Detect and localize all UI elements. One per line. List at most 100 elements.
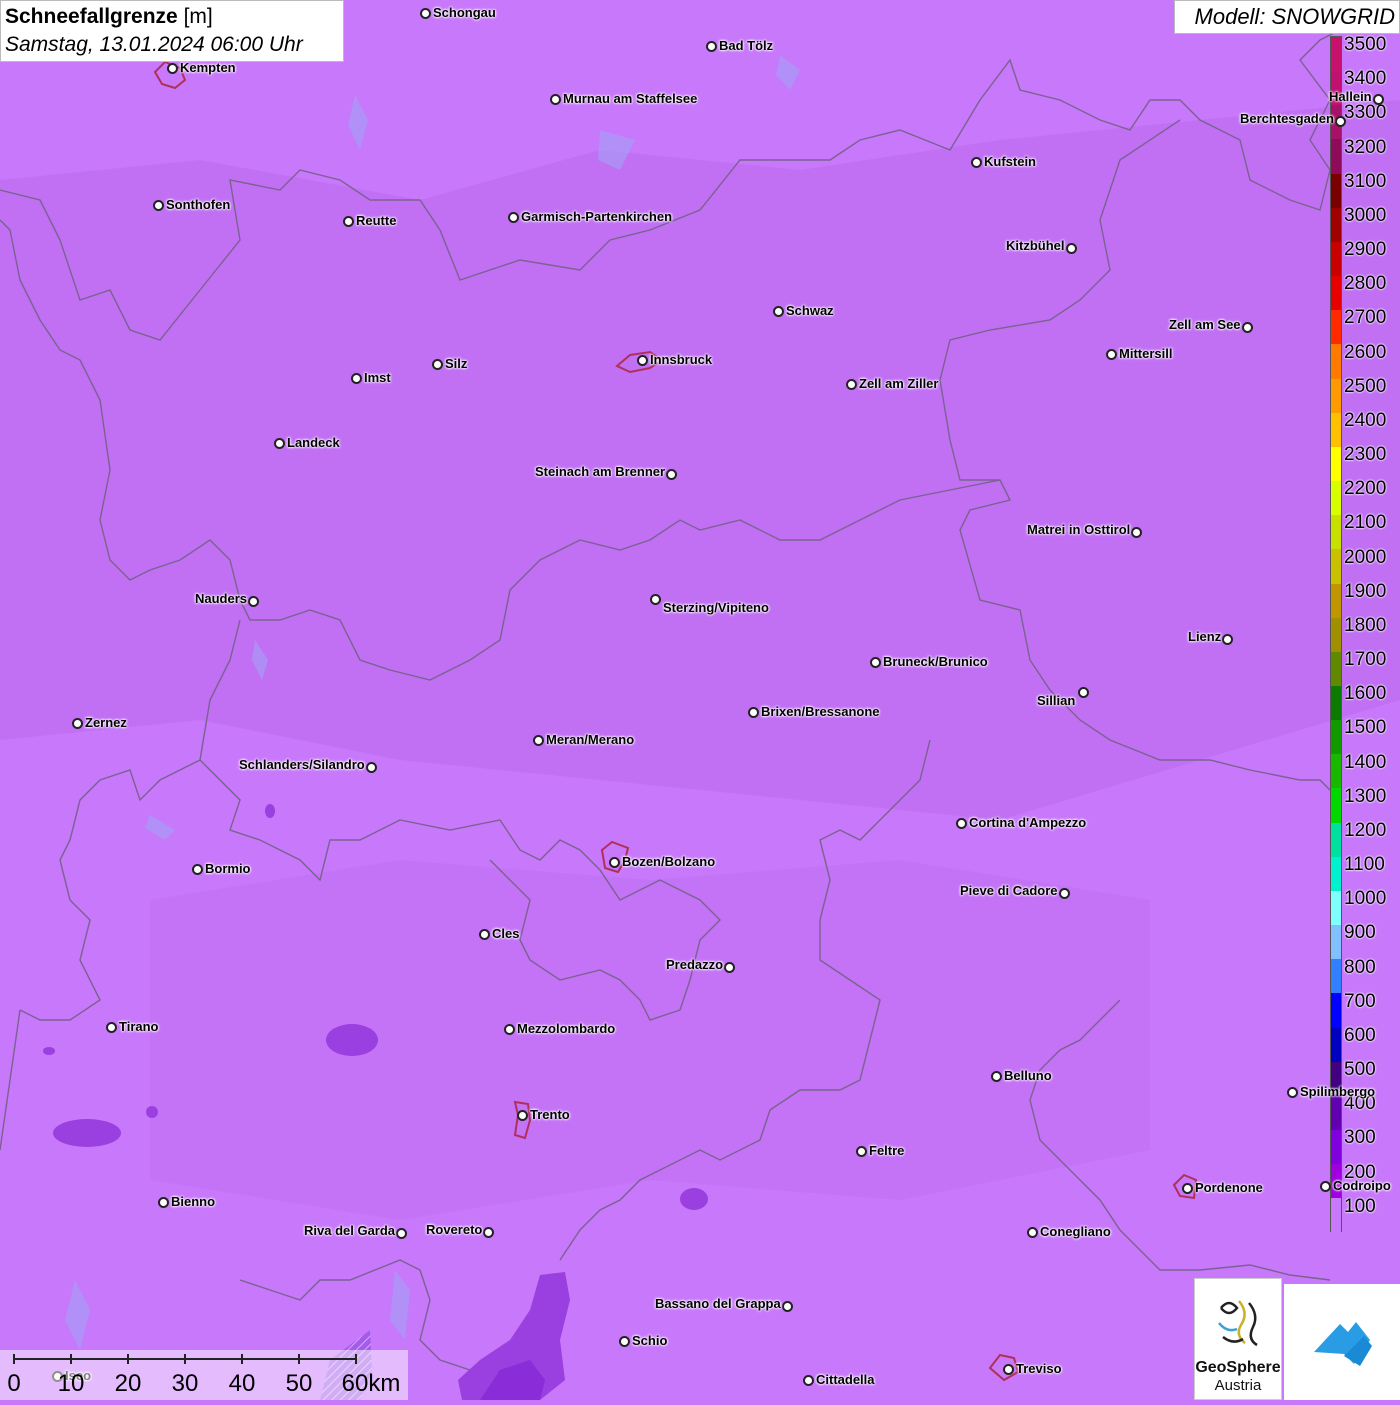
legend-swatch <box>1331 890 1341 926</box>
legend-swatch <box>1331 856 1341 891</box>
legend-swatch <box>1331 720 1341 755</box>
city-label: Codroipo <box>1333 1178 1391 1193</box>
city-marker <box>192 864 203 875</box>
city-marker <box>971 157 982 168</box>
legend-swatch <box>1331 173 1341 208</box>
city-label: Pordenone <box>1195 1180 1263 1195</box>
city-marker <box>856 1146 867 1157</box>
city-marker <box>432 359 443 370</box>
city-marker <box>1059 888 1070 899</box>
city-label: Zell am See <box>1169 317 1241 332</box>
city-label: Cittadella <box>816 1372 875 1387</box>
legend-label: 2500 <box>1344 375 1387 397</box>
city-label: Schio <box>632 1333 668 1348</box>
city-label: Mezzolombardo <box>517 1021 616 1036</box>
city-label: Lienz <box>1188 629 1222 644</box>
city-marker <box>343 216 354 227</box>
city-label: Innsbruck <box>650 352 713 367</box>
city-label: Mittersill <box>1119 346 1173 361</box>
legend-swatch <box>1331 1130 1341 1165</box>
legend-label: 2000 <box>1344 546 1387 568</box>
city-marker <box>1373 94 1384 105</box>
legend-label: 600 <box>1344 1024 1376 1046</box>
city-marker <box>533 735 544 746</box>
legend-swatch <box>1331 37 1341 72</box>
city-label: Kempten <box>180 60 236 75</box>
legend-label: 800 <box>1344 956 1376 978</box>
city-label: Brixen/Bressanone <box>761 704 880 719</box>
legend-label: 1000 <box>1344 888 1387 910</box>
legend-swatch <box>1331 685 1341 721</box>
legend-swatch <box>1331 207 1341 242</box>
legend-swatch <box>1331 651 1341 686</box>
city-label: Hallein <box>1329 89 1372 104</box>
legend-label: 2100 <box>1344 512 1387 534</box>
scale-tick <box>70 1354 72 1364</box>
legend-label: 3100 <box>1344 170 1387 192</box>
legend-swatch <box>1331 1198 1341 1233</box>
legend-label: 300 <box>1344 1127 1376 1149</box>
legend-label: 500 <box>1344 1059 1376 1081</box>
city-label: Belluno <box>1004 1068 1052 1083</box>
legend-label: 1100 <box>1344 854 1385 876</box>
scale-label: 10 <box>57 1370 85 1397</box>
legend-label: 100 <box>1344 1195 1376 1217</box>
city-marker <box>550 94 561 105</box>
city-label: Tirano <box>119 1019 159 1034</box>
legend-swatch <box>1331 925 1341 960</box>
legend-swatch <box>1331 1095 1341 1130</box>
city-label: Treviso <box>1016 1361 1062 1376</box>
city-label: Feltre <box>869 1143 905 1158</box>
city-label: Bormio <box>205 861 251 876</box>
city-label: Steinach am Brenner <box>535 464 666 479</box>
city-marker <box>991 1071 1002 1082</box>
legend-swatch <box>1331 583 1341 618</box>
legend-swatch <box>1331 993 1341 1028</box>
legend-label: 1700 <box>1344 649 1387 671</box>
city-label: Sonthofen <box>166 197 231 212</box>
city-marker <box>706 41 717 52</box>
city-label: Cortina d'Ampezzo <box>969 815 1087 830</box>
legend-label: 1900 <box>1344 580 1387 602</box>
city-marker <box>504 1024 515 1035</box>
geosphere-emblem-icon <box>1218 1300 1258 1347</box>
city-marker <box>666 469 677 480</box>
legend-label: 3400 <box>1344 68 1387 90</box>
legend-swatch <box>1331 515 1341 550</box>
city-label: Rovereto <box>426 1222 483 1237</box>
legend-swatch <box>1331 481 1341 516</box>
scale-bar: 0 10 20 30 40 50 60km <box>0 1350 408 1400</box>
legend-swatch <box>1331 549 1341 584</box>
city-label: Meran/Merano <box>546 732 635 747</box>
city-label: Silz <box>445 356 468 371</box>
snowgrid-logo <box>1284 1284 1400 1400</box>
city-label: Bienno <box>171 1194 216 1209</box>
color-legend <box>1330 36 1342 1233</box>
legend-swatch <box>1331 446 1341 482</box>
city-marker <box>1182 1183 1193 1194</box>
city-label: Matrei in Osttirol <box>1027 522 1131 537</box>
model-label: Modell: SNOWGRID <box>1174 0 1400 34</box>
city-marker <box>248 596 259 607</box>
legend-label: 3300 <box>1344 102 1387 124</box>
legend-swatch <box>1331 412 1341 447</box>
city-marker <box>420 8 431 19</box>
city-label: Berchtesgaden <box>1240 111 1334 126</box>
city-marker <box>1003 1364 1014 1375</box>
city-marker <box>1131 527 1142 538</box>
city-marker <box>846 379 857 390</box>
city-label: Spilimbergo <box>1300 1084 1376 1099</box>
legend-swatch <box>1331 822 1341 857</box>
scale-label: 30 <box>171 1370 199 1397</box>
legend-label: 2200 <box>1344 478 1387 500</box>
city-label: Kitzbühel <box>1006 238 1065 253</box>
city-marker <box>274 438 285 449</box>
city-label: Bozen/Bolzano <box>622 854 716 869</box>
legend-label: 2800 <box>1344 273 1387 295</box>
city-marker <box>106 1022 117 1033</box>
city-label: Zell am Ziller <box>859 376 939 391</box>
scale-label: 40 <box>228 1370 256 1397</box>
legend-label: 2900 <box>1344 239 1387 261</box>
city-marker <box>870 657 881 668</box>
city-label: Predazzo <box>666 957 724 972</box>
